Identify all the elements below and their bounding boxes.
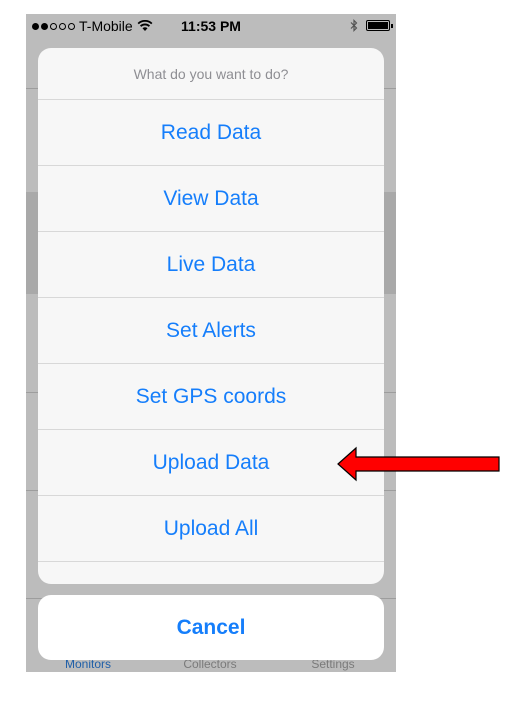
upload-all-button[interactable]: Upload All bbox=[38, 496, 384, 562]
upload-data-button[interactable]: Upload Data bbox=[38, 430, 384, 496]
set-gps-coords-button[interactable]: Set GPS coords bbox=[38, 364, 384, 430]
battery-icon bbox=[366, 20, 393, 31]
battery-tip bbox=[391, 24, 393, 28]
cancel-button[interactable]: Cancel bbox=[38, 595, 384, 660]
set-alerts-button[interactable]: Set Alerts bbox=[38, 298, 384, 364]
status-right bbox=[350, 19, 393, 32]
red-arrow-icon bbox=[337, 446, 500, 482]
status-time: 11:53 PM bbox=[181, 18, 241, 34]
bluetooth-icon bbox=[350, 19, 358, 32]
live-data-button[interactable]: Live Data bbox=[38, 232, 384, 298]
status-bar: T-Mobile 11:53 PM bbox=[26, 14, 396, 38]
view-data-button[interactable]: View Data bbox=[38, 166, 384, 232]
battery-fill bbox=[368, 22, 388, 29]
action-sheet-title: What do you want to do? bbox=[38, 48, 384, 100]
read-data-button[interactable]: Read Data bbox=[38, 100, 384, 166]
action-sheet: What do you want to do? Read Data View D… bbox=[38, 48, 384, 584]
